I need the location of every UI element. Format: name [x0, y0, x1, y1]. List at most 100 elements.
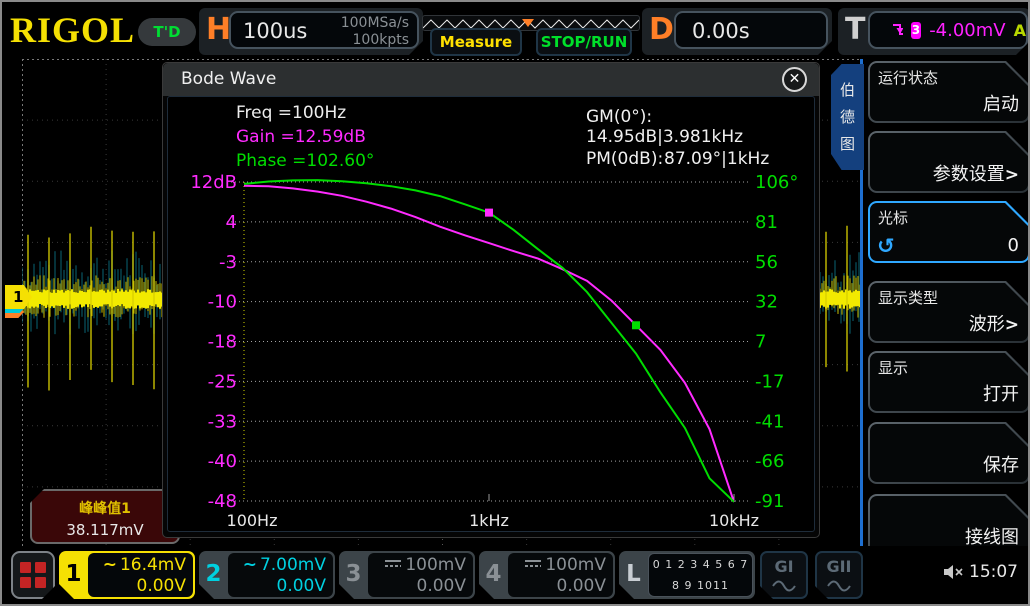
channel-offset: 0.00V	[368, 576, 466, 597]
logic-channels-box[interactable]: L 0 1 2 3 4 5 6 7 8 9 1011 12131415	[619, 551, 755, 599]
bode-wave-dialog: 12dB106°481-356-1032-187-25-17-33-41-40-…	[162, 62, 820, 538]
item-value: 参数设置	[933, 164, 1005, 185]
phase-tick-label: 7	[755, 332, 766, 353]
measurement-label: 峰峰值1	[32, 498, 178, 518]
dc-coupling-icon	[385, 559, 401, 568]
channel-4-box[interactable]: 4 100mV 0.00V	[479, 551, 615, 599]
phase-tick-label: 106°	[755, 172, 798, 193]
generator-1-button[interactable]: GI	[760, 551, 808, 599]
phase-tick-label: 32	[755, 292, 778, 313]
gain-curve	[244, 186, 734, 502]
channel-2-box[interactable]: 2 ~7.00mV 0.00V	[199, 551, 335, 599]
stop-run-button[interactable]: STOP/RUN	[536, 28, 632, 56]
tab-char: 德	[831, 104, 864, 131]
chevron-right-icon: >	[1005, 165, 1019, 185]
phase-tick-label: -91	[755, 491, 784, 512]
phase-curve	[244, 180, 734, 502]
ac-coupling-icon: ~	[243, 555, 257, 575]
freq-tick-label: 1kHz	[469, 511, 509, 530]
item-value: 打开	[983, 380, 1019, 406]
item-label: 光标	[878, 207, 908, 228]
phase-tick-label: -66	[755, 451, 784, 472]
pm-label: PM(0dB):	[586, 149, 664, 169]
ac-coupling-icon: ~	[103, 555, 117, 575]
gain-tick-label: -33	[208, 411, 237, 432]
channel-status-bar: 1 ~16.4mV 0.00V 2 ~7.00mV 0.00V 3 100mV …	[2, 546, 1028, 604]
measurement-box[interactable]: 峰峰值1 38.117mV	[30, 489, 180, 544]
channel-offset: 0.00V	[228, 576, 326, 597]
measure-button[interactable]: Measure	[430, 28, 522, 56]
sidebar-item-run-state[interactable]: 运行状态 启动	[868, 61, 1030, 123]
delay-label: D	[649, 12, 674, 47]
item-value: 0	[1008, 235, 1019, 256]
cursor-freq-readout: Freq =100Hz	[236, 103, 346, 123]
trigger-status-badge: T'D	[138, 18, 196, 46]
channel-3-box[interactable]: 3 100mV 0.00V	[339, 551, 475, 599]
dc-coupling-icon	[525, 559, 541, 568]
trigger-settings-box[interactable]: T 3 -4.00mV A	[838, 8, 1030, 55]
tab-char: 伯	[831, 77, 864, 104]
pm-value: 87.09°|1kHz	[664, 149, 769, 169]
gain-tick-label: -3	[219, 252, 237, 273]
phase-tick-label: 56	[755, 252, 778, 273]
item-value: 启动	[983, 90, 1019, 116]
channel-number: 1	[59, 551, 88, 599]
sample-rate: 100MSa/s	[341, 15, 409, 32]
sine-icon	[827, 580, 851, 592]
channel-scale: 100mV	[405, 555, 466, 575]
delay-value: 0.00s	[692, 19, 750, 43]
trigger-coupling: A	[1014, 21, 1026, 40]
gain-tick-label: -18	[208, 332, 237, 353]
logic-row: 0 1 2 3 4 5 6 7	[649, 554, 752, 575]
sine-icon	[772, 580, 796, 592]
phase-tick-label: -41	[755, 411, 784, 432]
falling-edge-icon	[892, 22, 903, 38]
cursor-phase-readout: Phase =102.60°	[236, 151, 374, 171]
chevron-right-icon: >	[1005, 315, 1019, 335]
trigger-source-badge: 3	[911, 22, 922, 39]
gain-tick-label: 12dB	[190, 172, 237, 193]
channel-number: 3	[339, 551, 368, 599]
freq-tick-label: 100Hz	[227, 511, 278, 530]
phase-margin-readout: PM(0dB):87.09°|1kHz	[586, 149, 769, 169]
sidebar-item-display-type[interactable]: 显示类型 波形>	[868, 281, 1030, 343]
channel-scale: 7.00mV	[260, 555, 326, 575]
gen-label: GI	[762, 557, 806, 577]
oscilloscope-screen: RIGOL T'D H 100us 100MSa/s 100kpts Measu…	[0, 0, 1030, 606]
phase-tick-label: 81	[755, 212, 778, 233]
delay-settings-box[interactable]: D 0.00s	[642, 8, 832, 55]
measurement-value: 38.117mV	[32, 521, 178, 539]
gain-tick-label: 4	[226, 212, 237, 233]
phase-tick-label: -17	[755, 371, 784, 392]
bode-menu-tab[interactable]: 伯 德 图	[831, 64, 864, 170]
rigol-logo: RIGOL	[10, 10, 135, 50]
sidebar-item-display[interactable]: 显示 打开	[868, 351, 1030, 413]
menu-grid-icon[interactable]	[11, 551, 55, 599]
horizontal-settings-box[interactable]: H 100us 100MSa/s 100kpts	[199, 8, 423, 55]
item-label: 显示类型	[878, 287, 938, 308]
gm-value: 14.95dB|3.981kHz	[586, 127, 743, 147]
logic-row: 8 9 1011 12131415	[649, 575, 752, 606]
gain-tick-label: -10	[208, 292, 237, 313]
item-value: 保存	[983, 451, 1019, 477]
freq-tick-label: 10kHz	[709, 511, 759, 530]
generator-2-button[interactable]: GII	[815, 551, 863, 599]
sidebar-item-param-setup[interactable]: 参数设置>	[868, 131, 1030, 193]
timebase-value: 100us	[243, 19, 307, 43]
channel-1-box[interactable]: 1 ~16.4mV 0.00V	[59, 551, 195, 599]
pm-marker[interactable]	[485, 209, 493, 217]
channel-offset: 0.00V	[508, 576, 606, 597]
gain-tick-label: -25	[208, 371, 237, 392]
item-label: 运行状态	[878, 67, 938, 88]
trigger-level-value: -4.00mV	[929, 20, 1005, 41]
speaker-muted-icon	[944, 564, 964, 580]
channel-offset: 0.00V	[88, 576, 186, 597]
cursor-gain-readout: Gain =12.59dB	[236, 127, 366, 147]
clock: 15:07	[969, 562, 1018, 582]
sidebar-item-cursor[interactable]: 光标 ↺ 0	[868, 201, 1030, 263]
gm-marker[interactable]	[632, 321, 640, 329]
item-label: 显示	[878, 357, 908, 378]
channel-scale: 16.4mV	[120, 555, 186, 575]
sidebar-item-save[interactable]: 保存	[868, 422, 1030, 484]
tab-char: 图	[831, 131, 864, 158]
